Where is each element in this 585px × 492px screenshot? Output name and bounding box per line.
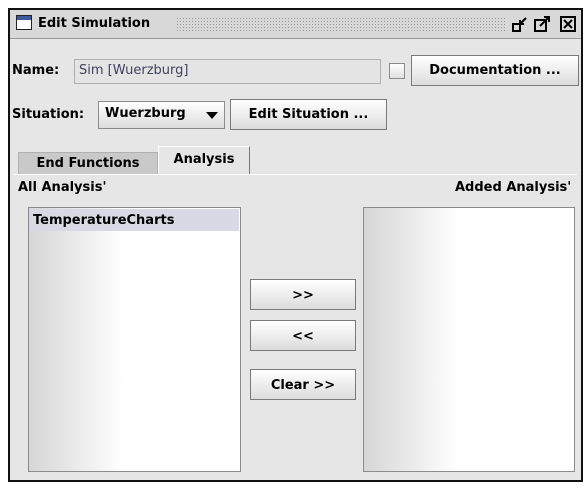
all-analysis-label: All Analysis'	[18, 180, 107, 195]
iconify-icon[interactable]	[512, 16, 528, 32]
add-button[interactable]: >>	[250, 279, 356, 310]
clear-button[interactable]: Clear >>	[250, 369, 356, 400]
edit-simulation-window: Edit Simulation Name: Sim [Wuerzburg] Do…	[8, 8, 583, 482]
name-field[interactable]: Sim [Wuerzburg]	[74, 59, 381, 84]
edit-situation-button[interactable]: Edit Situation ...	[230, 99, 387, 130]
maximize-icon[interactable]	[534, 16, 550, 32]
tab-end-functions[interactable]: End Functions	[18, 152, 158, 174]
window-title: Edit Simulation	[38, 16, 151, 31]
close-icon[interactable]	[560, 16, 576, 32]
tab-analysis[interactable]: Analysis	[158, 146, 250, 175]
situation-selected: Wuerzburg	[105, 106, 186, 121]
window-menu-icon[interactable]	[16, 15, 32, 30]
all-analysis-list[interactable]: TemperatureCharts	[28, 207, 241, 472]
title-bar-grip	[176, 17, 506, 31]
added-analysis-label: Added Analysis'	[455, 180, 572, 195]
list-item[interactable]: TemperatureCharts	[30, 209, 239, 231]
situation-label: Situation:	[12, 107, 85, 122]
situation-dropdown[interactable]: Wuerzburg	[98, 101, 225, 129]
name-label: Name:	[12, 63, 60, 78]
added-analysis-list[interactable]	[363, 207, 575, 472]
chevron-down-icon	[206, 112, 218, 119]
title-bar[interactable]: Edit Simulation	[10, 10, 581, 39]
remove-button[interactable]: <<	[250, 320, 356, 351]
documentation-button[interactable]: Documentation ...	[411, 55, 579, 86]
name-checkbox[interactable]	[389, 63, 405, 79]
